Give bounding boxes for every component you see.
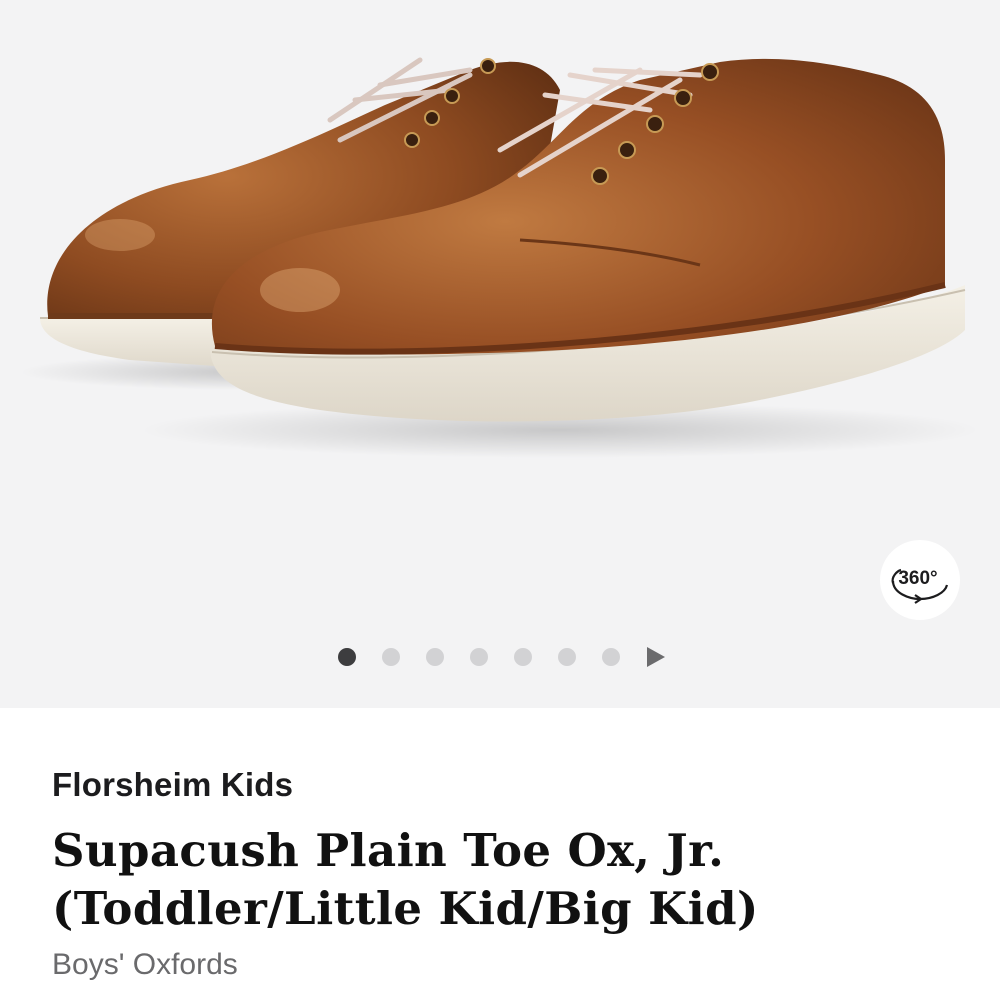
- category-link[interactable]: Boys' Oxfords: [52, 948, 238, 982]
- carousel-dot-5[interactable]: [514, 648, 532, 666]
- view-360-button[interactable]: 360°: [880, 540, 960, 620]
- carousel-dots: [0, 646, 1000, 668]
- rotate-360-icon: 360°: [891, 568, 949, 604]
- carousel-next-icon[interactable]: [647, 647, 665, 667]
- carousel-dot-7[interactable]: [602, 648, 620, 666]
- carousel-dot-4[interactable]: [470, 648, 488, 666]
- carousel-dot-3[interactable]: [426, 648, 444, 666]
- right-shoe: [210, 58, 966, 422]
- product-image[interactable]: [0, 0, 1000, 620]
- carousel-dot-6[interactable]: [558, 648, 576, 666]
- carousel-dot-1[interactable]: [338, 648, 356, 666]
- product-title-line-1: Supacush Plain Toe Ox, Jr.: [52, 824, 725, 877]
- product-title-line-2: (Toddler/Little Kid/Big Kid): [52, 882, 759, 935]
- product-title: Supacush Plain Toe Ox, Jr. (Toddler/Litt…: [52, 822, 952, 938]
- product-info: Florsheim Kids Supacush Plain Toe Ox, Jr…: [0, 708, 1000, 1000]
- product-gallery[interactable]: 360°: [0, 0, 1000, 708]
- carousel-dot-2[interactable]: [382, 648, 400, 666]
- view-360-label: 360°: [898, 568, 937, 589]
- brand-link[interactable]: Florsheim Kids: [52, 766, 293, 804]
